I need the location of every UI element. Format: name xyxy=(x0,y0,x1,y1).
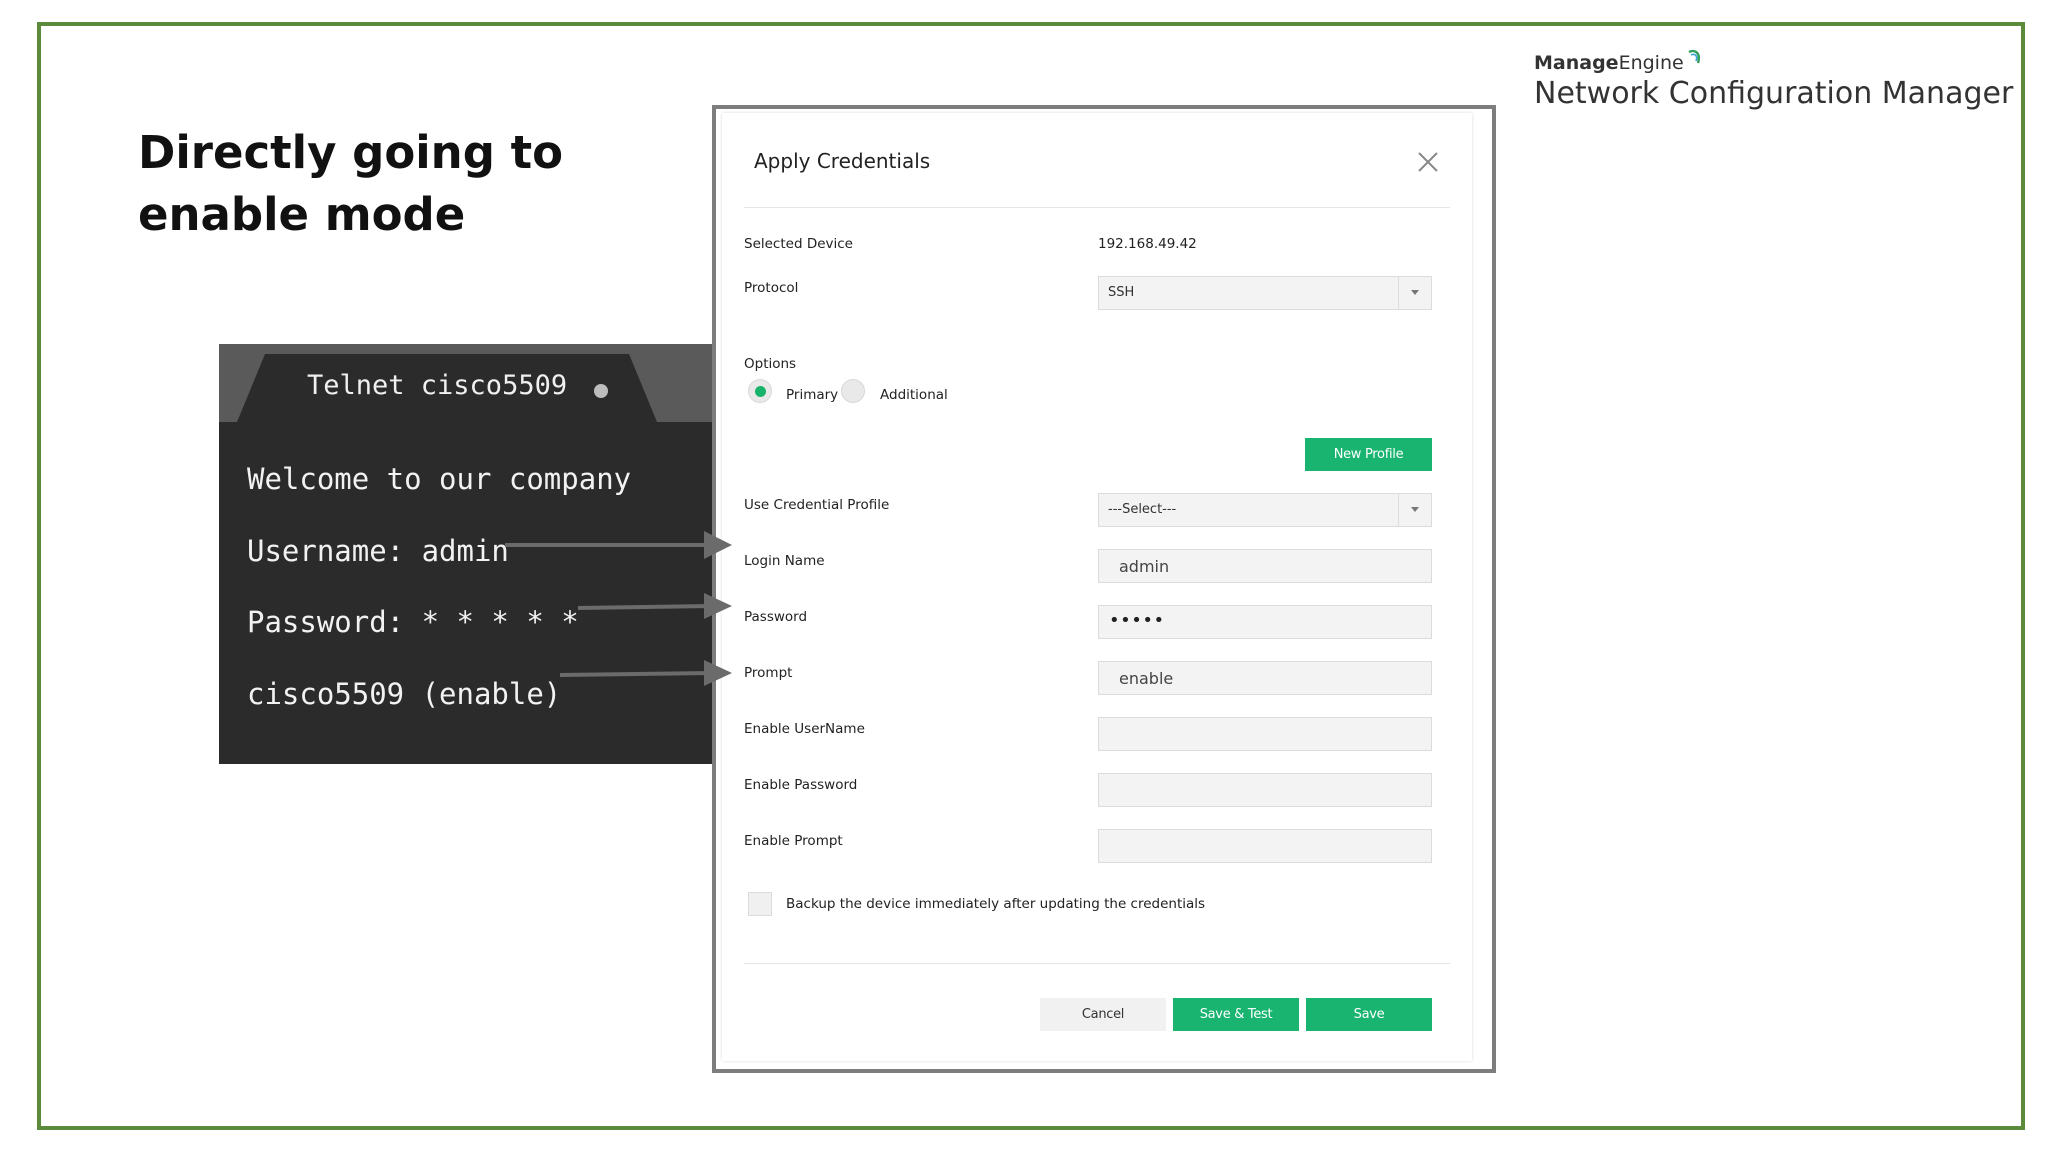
protocol-select-value: SSH xyxy=(1108,285,1135,300)
chevron-down-icon xyxy=(1411,290,1419,295)
dialog-frame: Apply Credentials Selected Device 192.16… xyxy=(712,105,1496,1073)
password-value: ••••• xyxy=(1109,610,1165,631)
options-label: Options xyxy=(744,356,797,372)
backup-checkbox[interactable] xyxy=(748,892,772,916)
terminal-tab[interactable]: Telnet cisco5509 xyxy=(237,354,657,422)
company-name-part2: Engine xyxy=(1618,52,1684,74)
footer-divider xyxy=(744,963,1450,964)
prompt-value: enable xyxy=(1119,669,1174,688)
terminal-tab-title: Telnet cisco5509 xyxy=(307,370,568,401)
cancel-button[interactable]: Cancel xyxy=(1040,998,1166,1031)
product-name: Network Configuration Manager xyxy=(1534,76,2014,111)
enable-username-input[interactable] xyxy=(1098,717,1432,751)
terminal-line-prompt: cisco5509 (enable) xyxy=(247,676,562,711)
selected-device-label: Selected Device xyxy=(744,236,853,252)
slide-headline: Directly going to enable mode xyxy=(138,122,698,246)
chevron-down-icon xyxy=(1411,507,1419,512)
prompt-input[interactable]: enable xyxy=(1098,661,1432,695)
enable-password-input[interactable] xyxy=(1098,773,1432,807)
company-name: Manage Engine xyxy=(1534,49,2024,74)
tab-status-dot-icon xyxy=(594,384,608,398)
headline-line-2: enable mode xyxy=(138,188,466,241)
login-name-input[interactable]: admin xyxy=(1098,549,1432,583)
protocol-label: Protocol xyxy=(744,280,799,296)
header-divider xyxy=(744,207,1450,208)
enable-password-label: Enable Password xyxy=(744,777,858,793)
selected-device-value: 192.168.49.42 xyxy=(1098,236,1197,252)
select-separator xyxy=(1398,277,1399,309)
apply-credentials-dialog: Apply Credentials Selected Device 192.16… xyxy=(722,113,1472,1061)
dialog-title: Apply Credentials xyxy=(754,149,931,173)
terminal-line-username: Username: admin xyxy=(247,533,509,568)
login-name-label: Login Name xyxy=(744,553,825,569)
password-input[interactable]: ••••• xyxy=(1098,605,1432,639)
save-button[interactable]: Save xyxy=(1306,998,1432,1031)
radio-additional-label: Additional xyxy=(880,387,948,403)
password-label: Password xyxy=(744,609,808,625)
save-and-test-button[interactable]: Save & Test xyxy=(1173,998,1299,1031)
telnet-terminal-window: Telnet cisco5509 Welcome to our company … xyxy=(219,344,719,764)
terminal-output: Welcome to our company Username: admin P… xyxy=(247,444,631,730)
enable-username-label: Enable UserName xyxy=(744,721,865,737)
prompt-label: Prompt xyxy=(744,665,793,681)
enable-prompt-label: Enable Prompt xyxy=(744,833,843,849)
credential-profile-select[interactable]: ---Select--- xyxy=(1098,493,1432,527)
headline-line-1: Directly going to xyxy=(138,126,563,179)
backup-checkbox-label: Backup the device immediately after upda… xyxy=(786,896,1206,912)
brand-logo: Manage Engine Network Configuration Manag… xyxy=(1534,49,2024,111)
radio-primary-label: Primary xyxy=(786,387,839,403)
swoosh-icon xyxy=(1688,49,1700,64)
terminal-line-welcome: Welcome to our company xyxy=(247,462,632,496)
radio-primary[interactable] xyxy=(748,379,772,403)
credential-profile-select-value: ---Select--- xyxy=(1108,502,1177,517)
company-name-part1: Manage xyxy=(1534,52,1619,74)
credential-profile-label: Use Credential Profile xyxy=(744,497,890,513)
new-profile-button[interactable]: New Profile xyxy=(1305,438,1432,471)
login-name-value: admin xyxy=(1119,557,1170,576)
terminal-line-password: Password: * * * * * xyxy=(247,605,579,639)
radio-additional[interactable] xyxy=(841,379,865,403)
select-separator xyxy=(1398,494,1399,526)
enable-prompt-input[interactable] xyxy=(1098,829,1432,863)
close-icon[interactable] xyxy=(1415,149,1441,175)
protocol-select[interactable]: SSH xyxy=(1098,276,1432,310)
